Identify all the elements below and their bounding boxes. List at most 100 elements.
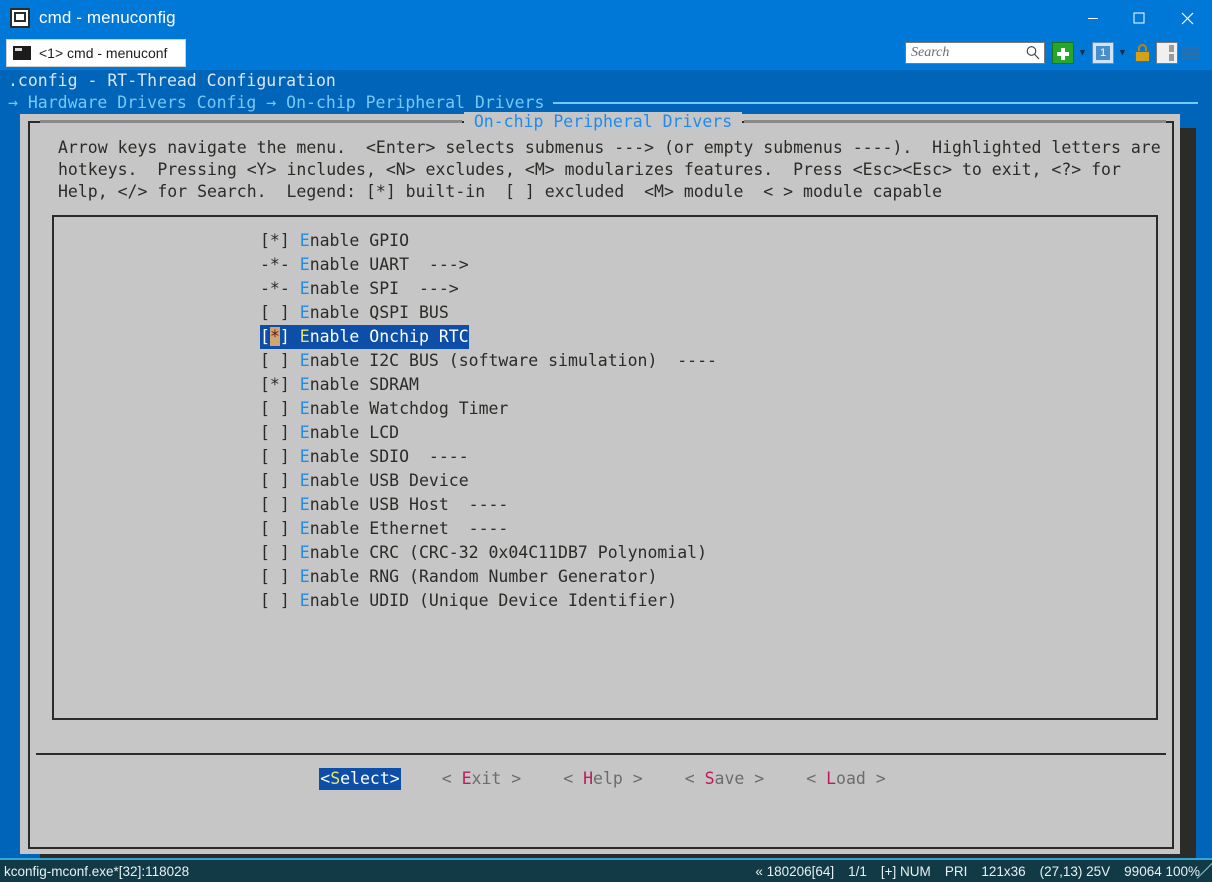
menu-item[interactable]: [ ] Enable CRC (CRC-32 0x04C11DB7 Polyno… [260, 541, 707, 565]
menu-item-label: nable Watchdog Timer [309, 399, 509, 418]
menu-item-gap [290, 279, 300, 298]
menu-item[interactable]: -*- Enable UART ---> [260, 253, 469, 277]
menu-item[interactable]: [ ] Enable UDID (Unique Device Identifie… [260, 589, 677, 613]
menu-item-gap [290, 543, 300, 562]
split-pane-icon[interactable] [1156, 42, 1178, 64]
menu-item-mark: [ ] [260, 567, 290, 586]
menu-item-gap [290, 351, 300, 370]
button-bracket-right: > [389, 769, 400, 788]
close-button[interactable] [1162, 0, 1212, 36]
status-segment: « 180206[64] [755, 863, 835, 879]
menu-item-label: nable USB Device [309, 471, 469, 490]
button-hotkey: L [826, 769, 837, 788]
minimize-button[interactable] [1070, 0, 1116, 36]
status-bar: kconfig-mconf.exe*[32]:118028 « 180206[6… [0, 858, 1212, 882]
tab-cmd-menuconf[interactable]: <1> cmd - menuconf [6, 39, 186, 67]
dialog-button[interactable]: < Exit > [441, 768, 523, 790]
menu-item[interactable]: [ ] Enable USB Host ---- [260, 493, 508, 517]
menu-item-mark: [ ] [260, 399, 290, 418]
status-segment: PRI [944, 863, 968, 879]
menu-item[interactable]: [ ] Enable SDIO ---- [260, 445, 469, 469]
menu-item[interactable]: [ ] Enable I2C BUS (software simulation)… [260, 349, 717, 373]
dialog-button[interactable]: < Load > [805, 768, 887, 790]
resize-grip-icon[interactable] [1196, 858, 1212, 880]
button-label: elect [340, 769, 390, 788]
menu-item-label: nable QSPI BUS [309, 303, 449, 322]
dialog-button[interactable]: < Save > [684, 768, 766, 790]
tab-label: <1> cmd - menuconf [39, 45, 168, 61]
menu-item-gap [290, 399, 300, 418]
console-surface: .config - RT-Thread Configuration → Hard… [0, 70, 1212, 858]
menu-item-gap [290, 255, 300, 274]
menu-item-hotkey: E [299, 303, 310, 322]
menu-item-gap [290, 591, 300, 610]
menu-item-mark: [ ] [260, 519, 290, 538]
lock-icon[interactable] [1132, 42, 1154, 64]
menu-item-hotkey: E [299, 399, 310, 418]
menu-item-label: nable Ethernet ---- [309, 519, 509, 538]
maximize-button[interactable] [1116, 0, 1162, 36]
toolbar: Search ▼ 1 ▼ [905, 40, 1204, 66]
menu-item-mark: [ ] [260, 351, 290, 370]
search-input[interactable]: Search [905, 42, 1045, 64]
menu-item-mark: [*] [260, 231, 290, 250]
menu-item-mark: -*- [260, 255, 290, 274]
menu-item-mark: [*] [260, 375, 290, 394]
button-hotkey: S [330, 769, 341, 788]
menu-item[interactable]: [ ] Enable RNG (Random Number Generator) [260, 565, 657, 589]
menu-item[interactable]: [ ] Enable USB Device [260, 469, 469, 493]
menu-item[interactable]: [*] Enable SDRAM [260, 373, 419, 397]
menu-item[interactable]: -*- Enable SPI ---> [260, 277, 459, 301]
menu-item[interactable]: [ ] Enable QSPI BUS [260, 301, 449, 325]
button-label: xit [471, 769, 502, 788]
status-process-info: kconfig-mconf.exe*[32]:118028 [4, 863, 190, 879]
menu-item-gap [290, 327, 300, 346]
menu-item-label: nable I2C BUS (software simulation) ---- [309, 351, 717, 370]
menu-item[interactable]: [ ] Enable LCD [260, 421, 399, 445]
menu-item-hotkey: E [299, 375, 310, 394]
status-segment: [+] NUM [880, 863, 931, 879]
menu-item-hotkey: E [299, 495, 310, 514]
button-bar-separator [36, 753, 1166, 755]
window-list-icon[interactable]: 1 [1092, 42, 1114, 64]
new-tab-dropdown-caret[interactable]: ▼ [1076, 42, 1089, 64]
menu-item-hotkey: E [299, 327, 310, 346]
menu-item[interactable]: [*] Enable GPIO [260, 229, 409, 253]
menu-item[interactable]: [ ] Enable Ethernet ---- [260, 517, 508, 541]
dialog-button[interactable]: < Help > [562, 768, 644, 790]
menu-item-hotkey: E [299, 231, 310, 250]
menu-item-hotkey: E [299, 279, 310, 298]
menu-item-mark: [ ] [260, 495, 290, 514]
menu-item-hotkey: E [299, 471, 310, 490]
button-bracket-right: > [622, 769, 643, 788]
dialog-title-row: On-chip Peripheral Drivers [30, 112, 1176, 131]
title-rule-left [40, 120, 462, 123]
window-titlebar[interactable]: cmd - menuconfig [0, 0, 1212, 36]
help-line: Help, </> for Search. Legend: [*] built-… [58, 182, 943, 201]
new-tab-icon[interactable] [1052, 42, 1074, 64]
menu-item-mark: [ ] [260, 447, 290, 466]
hamburger-menu-icon[interactable] [1180, 42, 1202, 64]
menu-item-label: nable RNG (Random Number Generator) [309, 567, 658, 586]
menu-list[interactable]: [*] Enable GPIO -*- Enable UART ---> -*- E… [52, 215, 1158, 720]
button-bracket-right: > [501, 769, 522, 788]
button-bracket-left: < [441, 769, 462, 788]
dialog-title: On-chip Peripheral Drivers [463, 112, 743, 131]
menu-item[interactable]: [ ] Enable Watchdog Timer [260, 397, 508, 421]
dialog-button[interactable]: <Select> [319, 768, 401, 790]
button-label: ave [714, 769, 745, 788]
status-metrics: « 180206[64] 1/1 [+] NUM PRI 121x36 (27,13) 2… [755, 864, 1200, 879]
menu-item-cursor: * [269, 327, 280, 346]
menu-item-hotkey: E [299, 255, 310, 274]
menu-item-gap [290, 447, 300, 466]
menu-item-gap [290, 471, 300, 490]
menu-item[interactable]: [*] Enable Onchip RTC [260, 325, 469, 349]
window-list-dropdown-caret[interactable]: ▼ [1116, 42, 1129, 64]
window-title: cmd - menuconfig [39, 8, 176, 27]
menu-item-gap [290, 375, 300, 394]
menu-item-mark: [ ] [260, 471, 290, 490]
window-controls [1070, 0, 1212, 36]
menu-item-bracket-close: ] [279, 327, 290, 346]
breadcrumb-rule [553, 102, 1198, 104]
search-placeholder: Search [911, 45, 950, 60]
